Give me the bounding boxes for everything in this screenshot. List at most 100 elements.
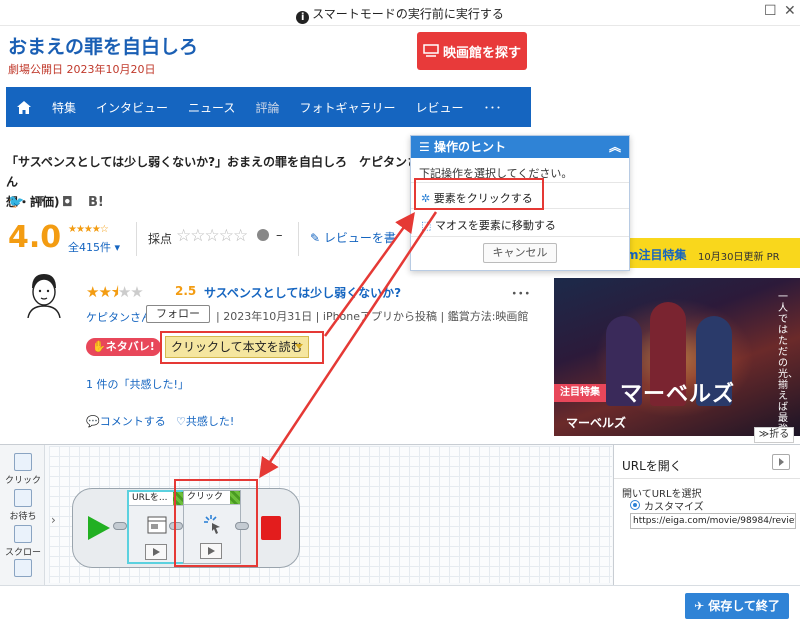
avatar[interactable] xyxy=(22,270,66,318)
divider xyxy=(411,236,629,237)
divider xyxy=(614,478,800,479)
hover-element-option[interactable]: ⬚ マオスを要素に移動する xyxy=(421,217,556,233)
highlight-box xyxy=(414,178,544,210)
comment-link[interactable]: 💬コメントする xyxy=(86,413,166,429)
spoiler-label: ネタバレ! xyxy=(105,340,155,353)
customize-radio[interactable] xyxy=(630,500,640,510)
review-score: 2.5 xyxy=(175,284,197,298)
like-link[interactable]: ♡共感した! xyxy=(176,413,234,429)
review-meta: | 2023年10月31日 | iPhoneアプリから投稿 | 鑑賞方法:映画館 xyxy=(216,310,529,323)
info-icon: i xyxy=(296,11,310,24)
tool-more[interactable] xyxy=(3,559,43,579)
save-and-exit-button[interactable]: ✈ 保存して終了 xyxy=(685,593,789,619)
banner-subtext: 10月30日更新 PR xyxy=(698,252,780,263)
play-icon[interactable] xyxy=(145,544,167,560)
movie-title[interactable]: おまえの罪を自白しろ xyxy=(8,32,198,59)
tool-click-label: クリック xyxy=(4,476,41,486)
average-stars: ★★★★☆ xyxy=(68,224,109,235)
review-title[interactable]: サスペンスとしては少し弱くないか? xyxy=(204,284,401,301)
nav-item-feature[interactable]: 特集 xyxy=(42,99,86,116)
window-title: i スマートモードの実行前に実行する xyxy=(0,5,800,24)
run-step-button[interactable] xyxy=(772,454,790,470)
properties-panel: URLを開く 開いてURLを選択 カスタマイズ https://eiga.com… xyxy=(613,445,800,585)
start-icon[interactable] xyxy=(86,514,112,542)
connector xyxy=(113,522,127,530)
rating-value: – xyxy=(276,228,283,243)
divider xyxy=(298,222,299,256)
release-date: 劇場公開日 2023年10月20日 xyxy=(8,63,156,76)
fold-button[interactable]: ≫折る xyxy=(754,427,794,443)
cursor-icon: ⬚ xyxy=(421,219,435,232)
hourglass-icon xyxy=(14,489,32,507)
poster-logo: マーベルズ xyxy=(620,381,736,407)
feature-banner[interactable]: m注目特集 10月30日更新 PR xyxy=(624,238,800,268)
poster-tag: 注目特集 xyxy=(554,384,606,402)
list-icon: ☰ xyxy=(419,140,434,154)
home-icon[interactable] xyxy=(6,100,42,115)
follow-button[interactable]: フォロー xyxy=(146,305,210,323)
hatena-icon[interactable]: B! xyxy=(88,195,104,210)
chevron-right-icon[interactable]: › xyxy=(51,513,56,527)
twitter-icon[interactable]: 🐦 xyxy=(8,195,24,210)
close-button[interactable]: ✕ xyxy=(784,3,796,19)
reviewer-name[interactable]: ケピタンさん xyxy=(86,309,152,325)
customize-label: カスタマイズ xyxy=(644,502,704,513)
review-stars: ★★⯨★★ xyxy=(86,283,144,301)
poster-caption: マーベルズ xyxy=(566,416,627,430)
divider xyxy=(136,222,137,256)
hint-header: ☰ 操作のヒント ︽ xyxy=(411,136,629,158)
review-more-menu[interactable]: ･･･ xyxy=(511,283,531,302)
comment-icon: 💬 xyxy=(86,415,100,428)
pocket-icon[interactable]: ◘ xyxy=(62,195,73,210)
hover-element-label: マオスを要素に移動する xyxy=(434,219,556,232)
tool-palette: クリック お待ち スクロール xyxy=(0,445,45,585)
page-icon xyxy=(14,559,32,577)
tool-wait[interactable]: お待ち xyxy=(3,489,43,522)
rating-label: 採点 xyxy=(148,232,173,246)
stop-icon[interactable] xyxy=(261,516,281,540)
comment-label: コメントする xyxy=(99,415,166,428)
nav-item-more[interactable]: ･･･ xyxy=(473,99,511,116)
write-review-link[interactable]: ✎ レビューを書 xyxy=(310,229,396,246)
write-review-label: レビューを書 xyxy=(323,231,396,245)
click-icon xyxy=(14,453,32,471)
empathy-count[interactable]: 1 件の「共感した!」 xyxy=(86,376,189,392)
nav-item-critique[interactable]: 評論 xyxy=(245,99,289,116)
browser-icon xyxy=(147,516,167,534)
clear-rating-icon[interactable] xyxy=(257,229,269,241)
theater-icon xyxy=(423,44,439,57)
nav-item-news[interactable]: ニュース xyxy=(178,99,245,116)
heart-icon: ♡ xyxy=(176,415,186,428)
url-input[interactable]: https://eiga.com/movie/98984/review/ xyxy=(630,513,796,529)
collapse-icon[interactable]: ︽ xyxy=(609,136,621,158)
properties-title: URLを開く xyxy=(622,459,682,473)
hint-title: 操作のヒント xyxy=(433,140,506,154)
hand-icon: ✋ xyxy=(92,340,106,353)
review-count-link[interactable]: 全415件 ▾ xyxy=(68,239,120,255)
find-theater-button[interactable]: 映画館を探す xyxy=(417,32,527,70)
tool-wait-label: お待ち xyxy=(9,512,37,522)
find-theater-label: 映画館を探す xyxy=(442,45,521,61)
title-bar: i スマートモードの実行前に実行する ☐ ✕ xyxy=(0,0,800,26)
facebook-icon[interactable]: f xyxy=(38,195,44,210)
tool-click[interactable]: クリック xyxy=(3,453,43,486)
read-more-button[interactable]: クリックして本文を読む xyxy=(165,336,309,358)
average-score: 4.0 xyxy=(8,220,62,255)
rocket-icon: ✈ xyxy=(694,599,709,613)
poster-tagline: 一人ではただの光、揃えば最強。 xyxy=(778,292,798,435)
like-label: 共感した! xyxy=(185,415,235,428)
maximize-button[interactable]: ☐ xyxy=(764,3,777,19)
cancel-button[interactable]: キャンセル xyxy=(483,243,557,263)
scroll-icon xyxy=(14,525,32,543)
nav-item-review[interactable]: レビュー xyxy=(405,99,473,116)
chevron-down-icon xyxy=(295,344,303,349)
read-more-label: クリックして本文を読む xyxy=(171,340,303,354)
featured-poster[interactable]: 一人ではただの光、揃えば最強。 注目特集 マーベルズ マーベルズ xyxy=(554,278,800,436)
rating-input-stars[interactable]: ☆☆☆☆☆ xyxy=(176,226,248,246)
nav-item-interview[interactable]: インタビュー xyxy=(86,99,178,116)
highlight-box xyxy=(174,479,258,567)
main-nav: 特集 インタビュー ニュース 評論 フォトギャラリー レビュー ･･･ xyxy=(6,87,531,127)
save-label: 保存して終了 xyxy=(708,599,780,613)
nav-item-photo[interactable]: フォトギャラリー xyxy=(289,99,405,116)
pen-icon: ✎ xyxy=(310,231,324,245)
